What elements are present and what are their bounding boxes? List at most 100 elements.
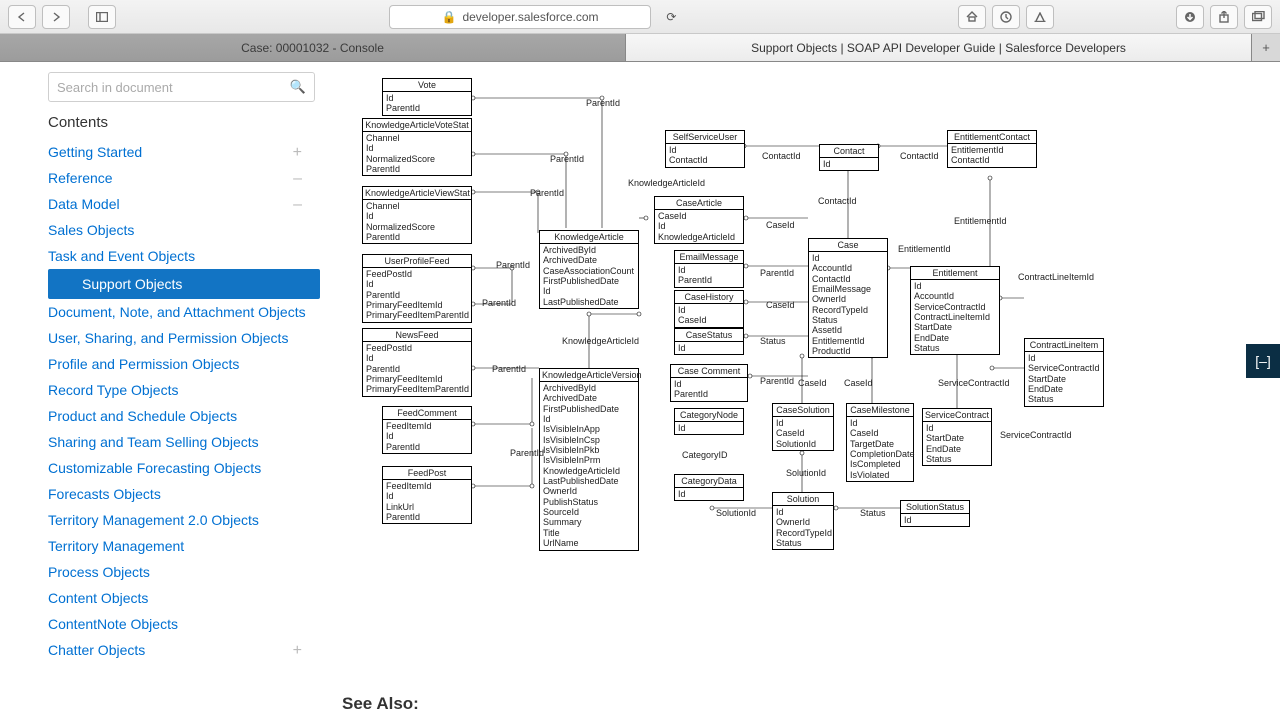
nav-item[interactable]: Support Objects <box>48 269 320 299</box>
nav-item[interactable]: Data Model – <box>48 191 320 217</box>
nav-item[interactable]: Process Objects <box>48 559 320 585</box>
nav-item[interactable]: ContentNote Objects <box>48 611 320 637</box>
expand-icon[interactable]: + <box>293 642 302 660</box>
nav-item[interactable]: Content Objects <box>48 585 320 611</box>
edge-label: CaseId <box>844 378 873 388</box>
nav-link-selected[interactable]: Support Objects <box>48 269 320 299</box>
nav-link[interactable]: Sharing and Team Selling Objects <box>48 434 259 450</box>
collapse-toggle[interactable]: [–] <box>1246 344 1280 378</box>
nav-item[interactable]: Getting Started + <box>48 139 320 165</box>
collapse-icon[interactable]: – <box>293 196 302 214</box>
forward-button[interactable] <box>42 5 70 29</box>
entity-NewsFeed: NewsFeedFeedPostId Id ParentId PrimaryFe… <box>362 328 472 397</box>
downloads-button[interactable] <box>1176 5 1204 29</box>
entity-title: Vote <box>383 79 471 92</box>
edge-label: EntitlementId <box>898 244 951 254</box>
entity-fields: Id <box>901 514 969 526</box>
entity-UserProfileFeed: UserProfileFeedFeedPostId Id ParentId Pr… <box>362 254 472 323</box>
entity-fields: Channel Id NormalizedScore ParentId <box>363 200 471 243</box>
entity-title: CaseHistory <box>675 291 743 304</box>
nav-item[interactable]: Chatter Objects + <box>48 637 320 663</box>
nav-link[interactable]: Getting Started <box>48 144 142 160</box>
search-placeholder: Search in document <box>57 80 173 95</box>
nav-item[interactable]: Territory Management 2.0 Objects <box>48 507 320 533</box>
nav-link[interactable]: Data Model <box>48 196 120 212</box>
edge-label: SolutionId <box>716 508 756 518</box>
expand-icon[interactable]: + <box>293 144 302 162</box>
nav-item[interactable]: Record Type Objects <box>48 377 320 403</box>
nav-item[interactable]: Territory Management <box>48 533 320 559</box>
nav-item[interactable]: Task and Event Objects <box>48 243 320 269</box>
entity-title: Case Comment <box>671 365 747 378</box>
entity-title: Contact <box>820 145 878 158</box>
nav-link[interactable]: Customizable Forecasting Objects <box>48 460 261 476</box>
entity-FeedComment: FeedCommentFeedItemId Id ParentId <box>382 406 472 454</box>
share-button[interactable] <box>1210 5 1238 29</box>
contents-heading: Contents <box>48 114 320 131</box>
nav-item[interactable]: Document, Note, and Attachment Objects <box>48 299 320 325</box>
lock-icon: 🔒 <box>441 10 456 24</box>
entity-EmailMessage: EmailMessageId ParentId <box>674 250 744 288</box>
entity-title: KnowledgeArticleVoteStat <box>363 119 471 132</box>
nav-link[interactable]: Reference <box>48 170 113 186</box>
nav-link[interactable]: Task and Event Objects <box>48 248 195 264</box>
entity-fields: Id <box>675 488 743 500</box>
tab-0[interactable]: Case: 00001032 - Console <box>0 34 626 61</box>
nav-item[interactable]: Forecasts Objects <box>48 481 320 507</box>
history-button[interactable] <box>992 5 1020 29</box>
nav-link[interactable]: Process Objects <box>48 564 150 580</box>
entity-fields: FeedPostId Id ParentId PrimaryFeedItemId… <box>363 268 471 322</box>
home-button[interactable] <box>958 5 986 29</box>
entity-title: CategoryNode <box>675 409 743 422</box>
nav-link[interactable]: Content Objects <box>48 590 148 606</box>
nav-item[interactable]: Customizable Forecasting Objects <box>48 455 320 481</box>
nav-item[interactable]: User, Sharing, and Permission Objects <box>48 325 320 351</box>
entity-Solution: SolutionId OwnerId RecordTypeId Status <box>772 492 834 550</box>
collapse-icon[interactable]: – <box>293 170 302 188</box>
nav-link[interactable]: Chatter Objects <box>48 642 145 658</box>
nav-link[interactable]: Territory Management 2.0 Objects <box>48 512 259 528</box>
tab-label: Case: 00001032 - Console <box>241 41 384 55</box>
tab-1[interactable]: Support Objects | SOAP API Developer Gui… <box>626 34 1252 61</box>
edge-label: ContractLineItemId <box>1018 272 1094 282</box>
edge-label: ContactId <box>762 151 801 161</box>
entity-CaseMilestone: CaseMilestoneId CaseId TargetDate Comple… <box>846 403 914 482</box>
entity-KnowledgeArticleVersion: KnowledgeArticleVersionArchivedById Arch… <box>539 368 639 551</box>
nav-item[interactable]: Sharing and Team Selling Objects <box>48 429 320 455</box>
reading-list-button[interactable] <box>1026 5 1054 29</box>
erd-diagram: Vote Id ParentId KnowledgeArticleVoteStat C… <box>342 68 1262 688</box>
nav-item[interactable]: Product and Schedule Objects <box>48 403 320 429</box>
nav-link[interactable]: Profile and Permission Objects <box>48 356 239 372</box>
entity-fields: ArchivedById ArchivedDate CaseAssociatio… <box>540 244 638 308</box>
nav-link[interactable]: Sales Objects <box>48 222 134 238</box>
nav-link[interactable]: Document, Note, and Attachment Objects <box>48 304 306 320</box>
tabs-button[interactable] <box>1244 5 1272 29</box>
nav-item[interactable]: Profile and Permission Objects <box>48 351 320 377</box>
new-tab-button[interactable]: + <box>1252 34 1280 61</box>
edge-label: ParentId <box>760 268 794 278</box>
nav-item[interactable]: Sales Objects <box>48 217 320 243</box>
edge-label: ParentId <box>496 260 530 270</box>
entity-CaseStatus: CaseStatusId <box>674 328 744 355</box>
nav-link[interactable]: User, Sharing, and Permission Objects <box>48 330 288 346</box>
entity-title: Entitlement <box>911 267 999 280</box>
entity-KnowledgeArticle: KnowledgeArticleArchivedById ArchivedDat… <box>539 230 639 309</box>
reload-button[interactable]: ⟳ <box>657 5 685 29</box>
nav-link[interactable]: Territory Management <box>48 538 184 554</box>
nav-link[interactable]: Record Type Objects <box>48 382 178 398</box>
entity-fields: Id <box>675 342 743 354</box>
nav-item[interactable]: Reference – <box>48 165 320 191</box>
edge-label: KnowledgeArticleId <box>562 336 639 346</box>
search-input[interactable]: Search in document 🔍 <box>48 72 315 102</box>
sidebar-toggle-button[interactable] <box>88 5 116 29</box>
nav-link[interactable]: Product and Schedule Objects <box>48 408 237 424</box>
entity-title: CaseArticle <box>655 197 743 210</box>
nav-link[interactable]: ContentNote Objects <box>48 616 178 632</box>
entity-title: UserProfileFeed <box>363 255 471 268</box>
nav-link[interactable]: Forecasts Objects <box>48 486 161 502</box>
entity-CategoryNode: CategoryNodeId <box>674 408 744 435</box>
edge-label: ServiceContractId <box>1000 430 1072 440</box>
back-button[interactable] <box>8 5 36 29</box>
address-bar[interactable]: 🔒 developer.salesforce.com <box>389 5 652 29</box>
entity-Case: CaseId AccountId ContactId EmailMessage … <box>808 238 888 358</box>
